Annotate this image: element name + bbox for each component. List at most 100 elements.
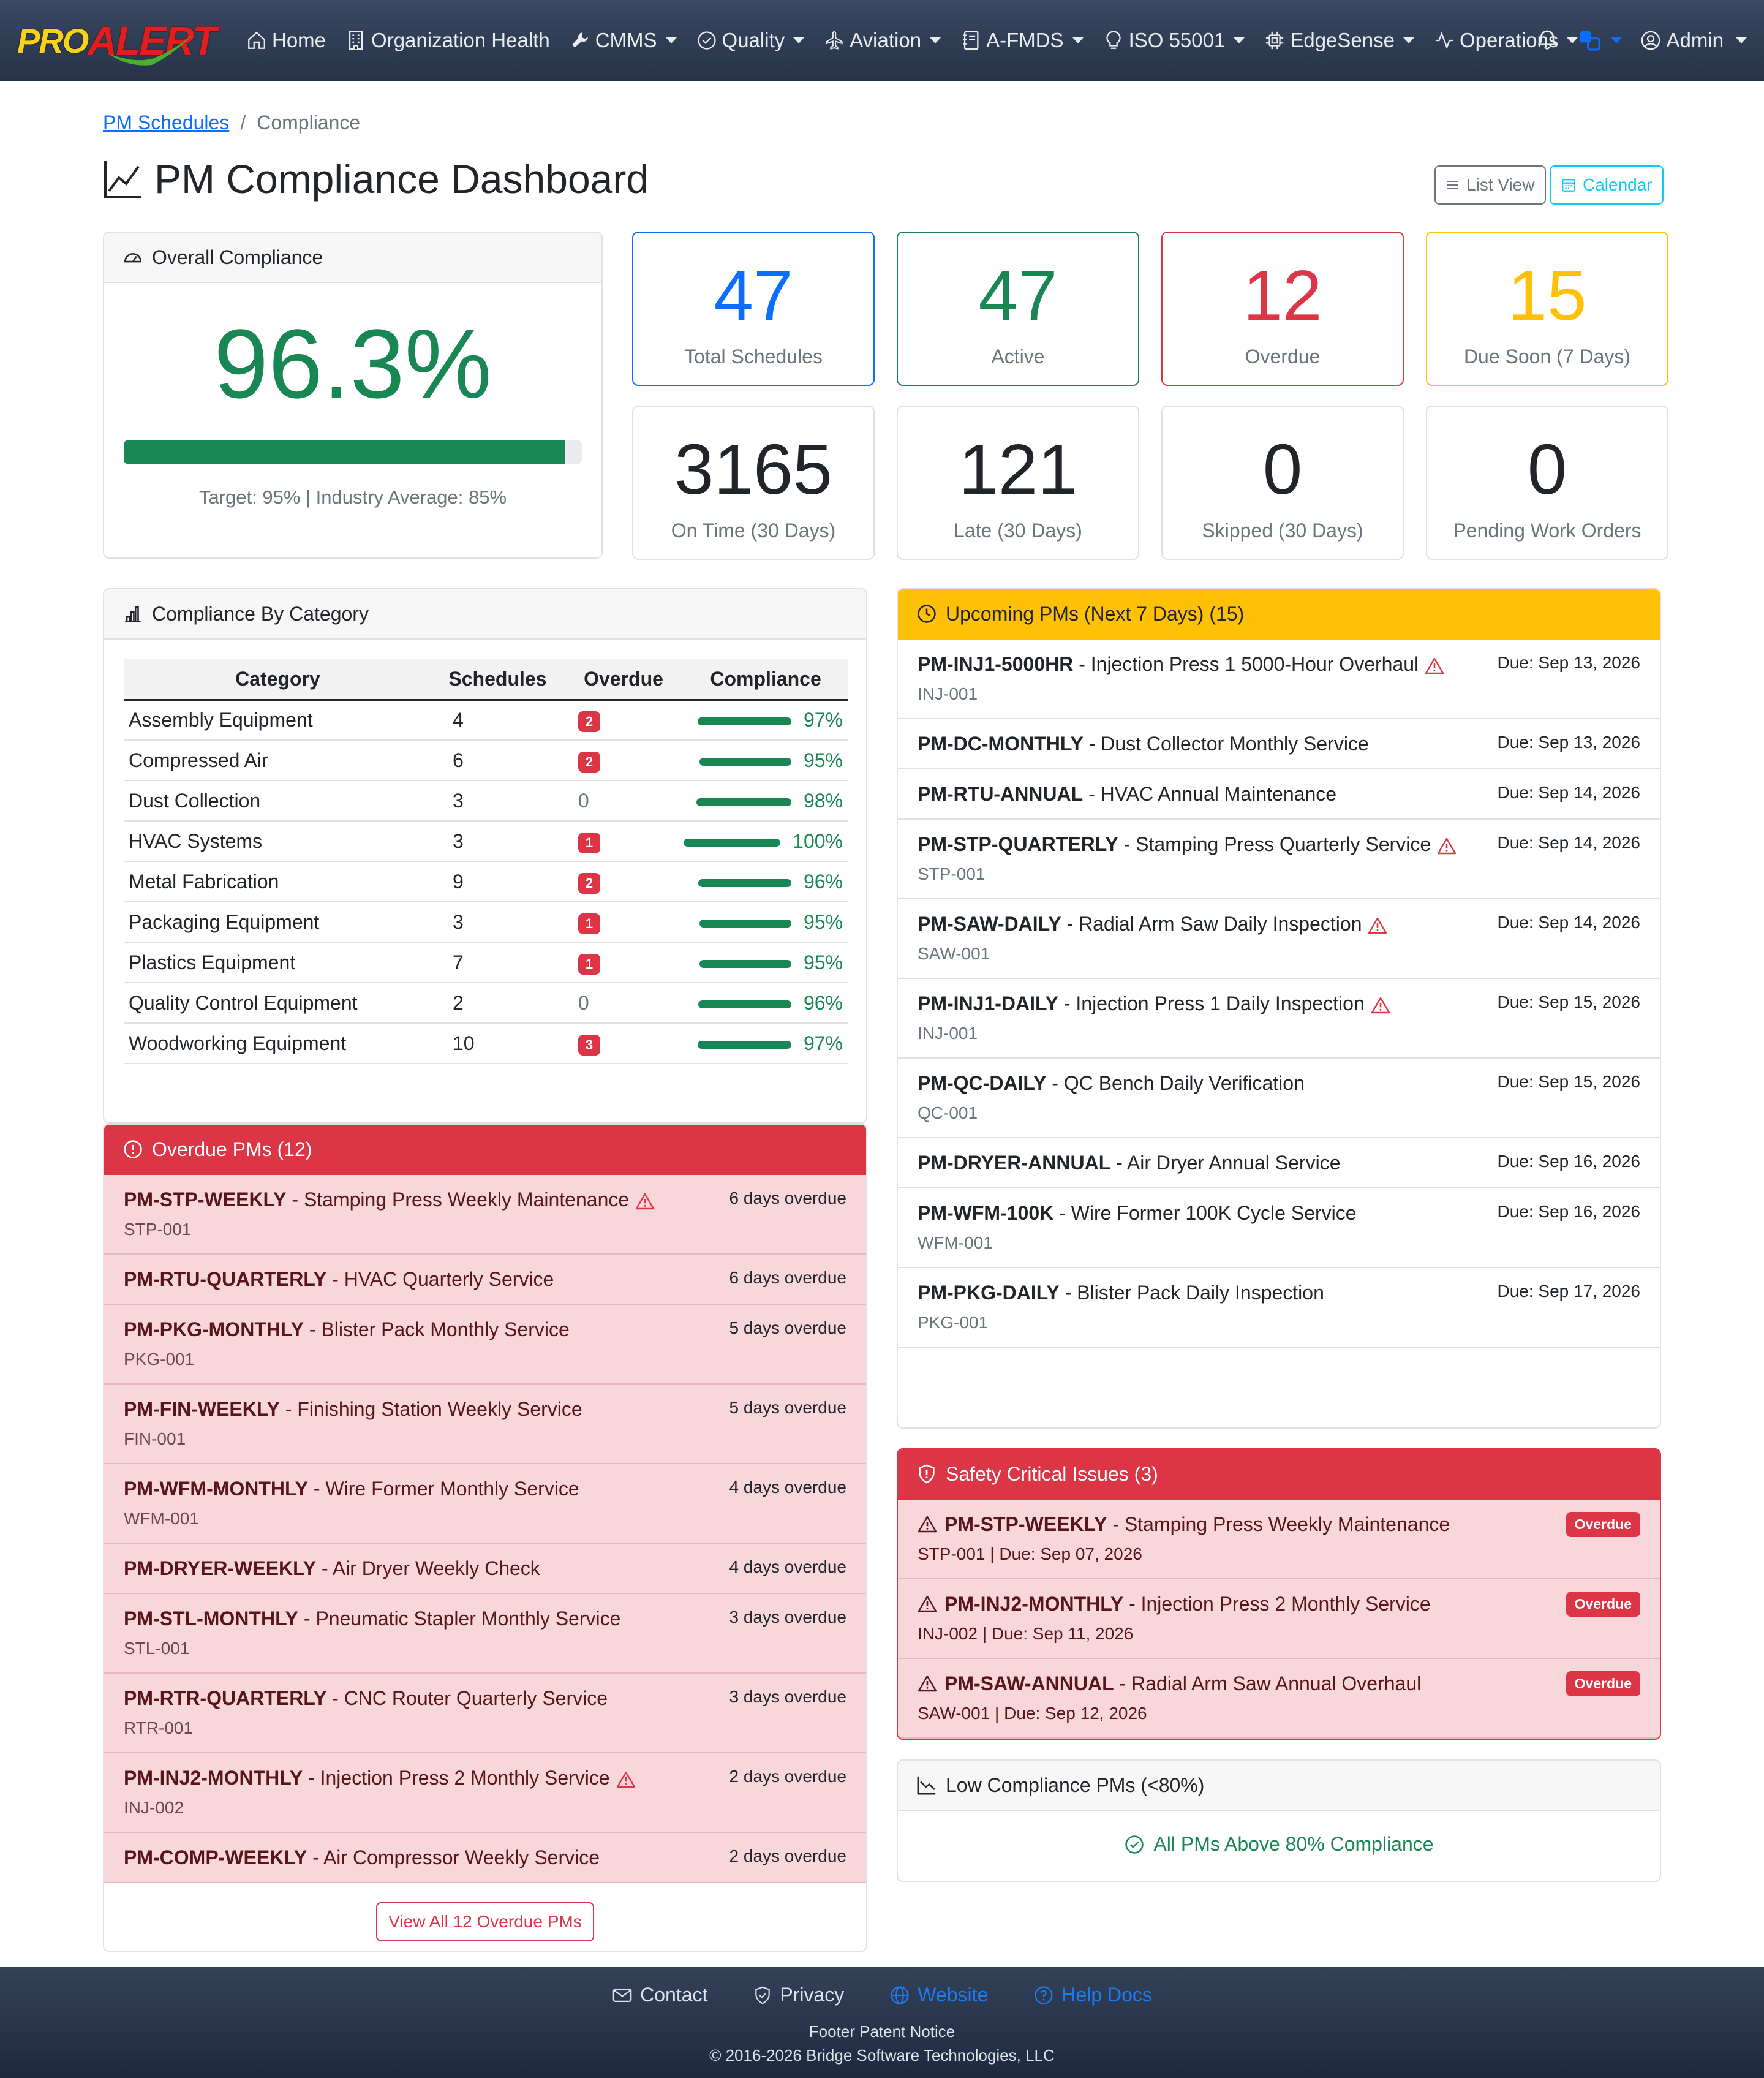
- list-item[interactable]: PM-FIN-WEEKLY - Finishing Station Weekly…: [104, 1385, 866, 1464]
- nav-home[interactable]: Home: [236, 0, 336, 81]
- nav-a-fmds[interactable]: A-FMDS: [951, 0, 1093, 81]
- category-overdue-cell: 2: [563, 700, 684, 741]
- pm-name: Wire Former 100K Cycle Service: [1071, 1202, 1357, 1224]
- logo-pro-text: PRO: [17, 21, 89, 60]
- footer-contact-link[interactable]: Contact: [612, 1984, 707, 2006]
- list-item[interactable]: PM-STP-QUARTERLY - Stamping Press Quarte…: [898, 820, 1660, 899]
- stat-label: Overdue: [1245, 346, 1321, 368]
- list-item[interactable]: PM-INJ2-MONTHLY - Injection Press 2 Mont…: [104, 1753, 866, 1833]
- nav-edgesense[interactable]: EdgeSense: [1254, 0, 1424, 81]
- low-compliance-card: Low Compliance PMs (<80%) All PMs Above …: [897, 1759, 1661, 1882]
- list-item[interactable]: PM-STP-WEEKLY - Stamping Press Weekly Ma…: [104, 1175, 866, 1255]
- nav-aviation[interactable]: Aviation: [814, 0, 951, 81]
- footer-contact-label: Contact: [640, 1984, 708, 2006]
- warning-triangle-icon: [1368, 917, 1387, 934]
- pm-name: Stamping Press Weekly Maintenance: [303, 1188, 630, 1211]
- breadcrumb-pm-schedules[interactable]: PM Schedules: [103, 111, 229, 134]
- stat-value: 0: [1262, 429, 1303, 509]
- list-item[interactable]: PM-STL-MONTHLY - Pneumatic Stapler Month…: [104, 1594, 866, 1674]
- category-schedules: 3: [431, 780, 564, 822]
- footer-help-link[interactable]: Help Docs: [1033, 1984, 1152, 2006]
- globe-icon: [891, 1985, 909, 2004]
- col-category[interactable]: Category: [124, 659, 432, 701]
- compliance-bar: [684, 838, 781, 847]
- overdue-list: PM-STP-WEEKLY - Stamping Press Weekly Ma…: [104, 1175, 866, 1883]
- pm-code: PM-INJ2-MONTHLY: [944, 1593, 1124, 1615]
- footer-privacy-link[interactable]: Privacy: [753, 1984, 844, 2006]
- pm-asset: STP-001: [918, 864, 986, 883]
- proalert-logo[interactable]: PRO ALERT: [17, 0, 217, 81]
- pm-name: Radial Arm Saw Annual Overhaul: [1131, 1672, 1422, 1695]
- list-item[interactable]: PM-RTU-QUARTERLY - HVAC Quarterly Servic…: [104, 1255, 866, 1305]
- list-item[interactable]: PM-WFM-MONTHLY - Wire Former Monthly Ser…: [104, 1464, 866, 1544]
- category-compliance-cell: 95%: [684, 942, 848, 983]
- stat-label: Due Soon (7 Days): [1463, 346, 1631, 368]
- category-overdue-cell: 3: [563, 1023, 684, 1064]
- pm-code: PM-RTR-QUARTERLY: [124, 1687, 327, 1709]
- footer-help-label: Help Docs: [1061, 1984, 1152, 2006]
- footer-website-link[interactable]: Website: [889, 1984, 988, 2006]
- col-schedules[interactable]: Schedules: [431, 659, 564, 701]
- list-item[interactable]: PM-INJ1-DAILY - Injection Press 1 Daily …: [898, 979, 1660, 1059]
- bell-icon[interactable]: [1535, 28, 1559, 53]
- list-item[interactable]: PM-DC-MONTHLY - Dust Collector Monthly S…: [898, 719, 1660, 769]
- overdue-title: Overdue PMs (12): [152, 1138, 312, 1160]
- language-dropdown[interactable]: [1578, 28, 1623, 53]
- list-item[interactable]: PM-WFM-100K - Wire Former 100K Cycle Ser…: [898, 1188, 1660, 1268]
- nav-cmms[interactable]: CMMS: [560, 0, 687, 81]
- col-compliance[interactable]: Compliance: [684, 659, 848, 701]
- compliance-percent: 96%: [803, 870, 843, 893]
- view-all-overdue-button[interactable]: View All 12 Overdue PMs: [376, 1902, 594, 1941]
- shield-exclamation-icon: [919, 1464, 935, 1484]
- overdue-badge: 2: [578, 751, 601, 773]
- stat-value: 3165: [674, 429, 833, 509]
- list-item[interactable]: PM-PKG-MONTHLY - Blister Pack Monthly Se…: [104, 1305, 866, 1385]
- list-item[interactable]: PM-QC-DAILY - QC Bench Daily Verificatio…: [898, 1059, 1660, 1138]
- pm-asset: INJ-001: [918, 1024, 978, 1043]
- footer-website-label: Website: [918, 1984, 989, 2006]
- wrench-icon: [571, 32, 588, 48]
- pm-name: Blister Pack Daily Inspection: [1077, 1282, 1324, 1304]
- list-item[interactable]: PM-SAW-DAILY - Radial Arm Saw Daily Insp…: [898, 899, 1660, 979]
- check-circle-icon: [697, 31, 716, 50]
- list-item[interactable]: PM-RTU-ANNUAL - HVAC Annual Maintenance D…: [898, 769, 1660, 820]
- list-view-button[interactable]: List View: [1434, 165, 1546, 205]
- stat-card-skipped-30-days: 0 Skipped (30 Days): [1161, 406, 1404, 560]
- col-overdue[interactable]: Overdue: [563, 659, 684, 701]
- category-schedules: 3: [431, 821, 564, 862]
- list-item[interactable]: PM-RTR-QUARTERLY - CNC Router Quarterly …: [104, 1674, 866, 1753]
- nav-organization-health[interactable]: Organization Health: [336, 0, 560, 81]
- stat-value: 47: [978, 255, 1058, 335]
- pm-code: PM-QC-DAILY: [918, 1072, 1047, 1094]
- list-item[interactable]: PM-DRYER-ANNUAL - Air Dryer Annual Servi…: [898, 1138, 1660, 1188]
- pm-code: PM-INJ1-5000HR: [918, 653, 1074, 675]
- list-item[interactable]: PM-INJ1-5000HR - Injection Press 1 5000-…: [898, 640, 1660, 719]
- pm-asset: STP-001 | Due: Sep 07, 2026: [918, 1544, 1142, 1563]
- pm-name: CNC Router Quarterly Service: [344, 1687, 608, 1709]
- due-date: Due: Sep 14, 2026: [1497, 913, 1640, 932]
- user-menu[interactable]: Admin: [1640, 0, 1747, 81]
- category-overdue-cell: 0: [563, 780, 684, 822]
- stat-label: On Time (30 Days): [671, 520, 836, 542]
- list-icon: [1447, 181, 1458, 189]
- stat-label: Total Schedules: [684, 346, 823, 368]
- list-item[interactable]: PM-COMP-WEEKLY - Air Compressor Weekly S…: [104, 1833, 866, 1883]
- nav-label: EdgeSense: [1290, 29, 1395, 51]
- category-name: Dust Collection: [124, 780, 432, 822]
- list-item[interactable]: PM-INJ2-MONTHLY - Injection Press 2 Mont…: [898, 1579, 1660, 1659]
- list-item[interactable]: PM-DRYER-WEEKLY - Air Dryer Weekly Check…: [104, 1544, 866, 1594]
- pm-code: PM-DRYER-ANNUAL: [918, 1152, 1111, 1174]
- list-item[interactable]: PM-SAW-ANNUAL - Radial Arm Saw Annual Ov…: [898, 1659, 1660, 1739]
- list-item[interactable]: PM-PKG-DAILY - Blister Pack Daily Inspec…: [898, 1268, 1660, 1348]
- calendar-button[interactable]: Calendar: [1550, 165, 1664, 205]
- warning-triangle-icon: [918, 1516, 937, 1533]
- stat-card-due-soon-7-days: 15 Due Soon (7 Days): [1426, 232, 1668, 386]
- nav-iso-55001[interactable]: ISO 55001: [1093, 0, 1255, 81]
- overall-compliance-card: Overall Compliance 96.3% Target: 95% | I…: [103, 232, 603, 559]
- pm-asset: WFM-001: [124, 1509, 199, 1528]
- low-compliance-message: All PMs Above 80% Compliance: [898, 1833, 1660, 1856]
- nav-quality[interactable]: Quality: [687, 0, 815, 81]
- pm-code: PM-SAW-DAILY: [918, 913, 1061, 935]
- category-name: Plastics Equipment: [124, 942, 432, 983]
- list-item[interactable]: PM-STP-WEEKLY - Stamping Press Weekly Ma…: [898, 1500, 1660, 1579]
